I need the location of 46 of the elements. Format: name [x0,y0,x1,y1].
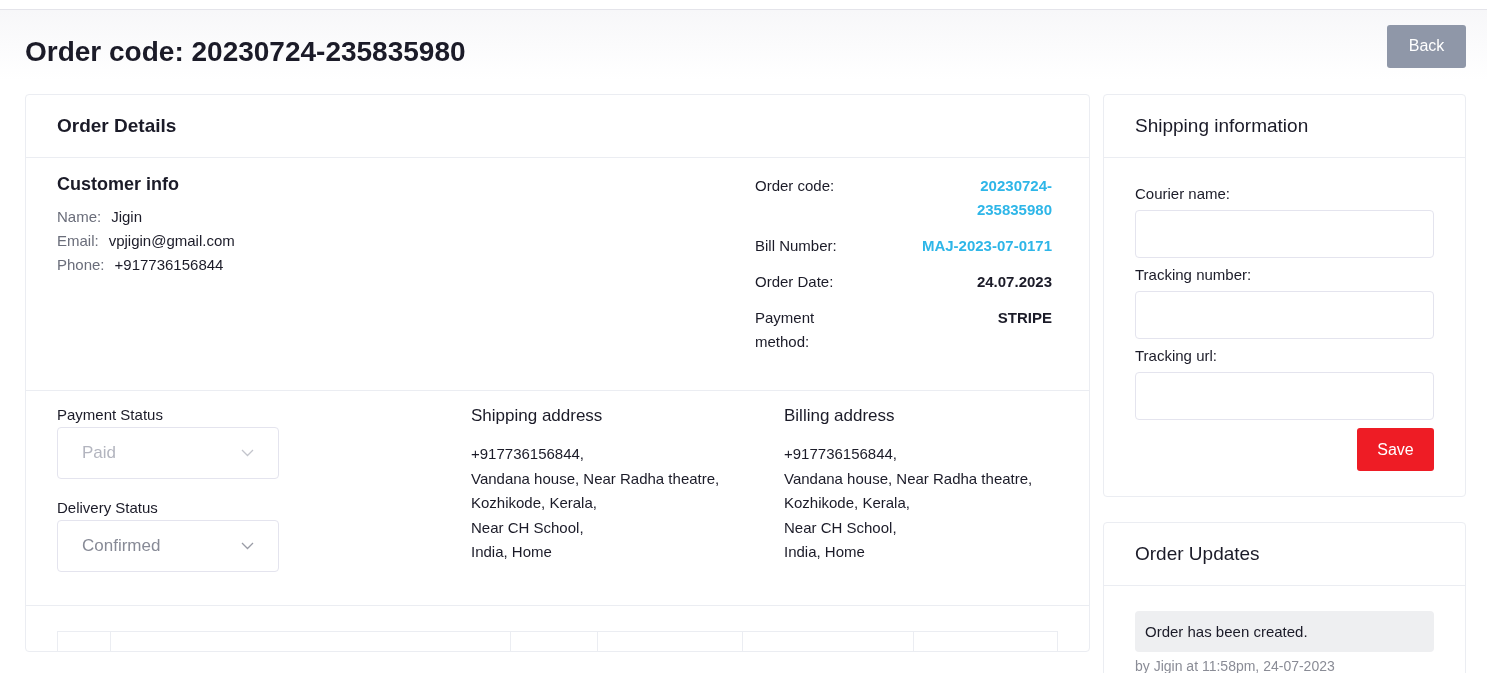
field-label: Order code: [755,176,836,196]
section-title: Billing address [784,406,896,426]
page-title: Order code: 20230724-235835980 [25,36,466,68]
card-title: Shipping information [1135,115,1309,137]
input-field[interactable] [1135,291,1434,339]
input-field[interactable] [1135,210,1434,258]
field-label: Delivery Status [57,499,159,516]
address-line: Vandana house, Near Radha theatre, [784,468,1034,489]
update-meta: by Jigin at 11:58pm, 24-07-2023 [1135,658,1336,673]
value-link[interactable]: 20230724-235835980 [910,174,1052,222]
address-line: India, Home [471,542,553,562]
field-label: Email: [57,231,99,251]
field-label: Tracking url: [1135,347,1218,364]
field-label: Phone: [57,255,105,275]
field-label: Order Date: [755,272,835,292]
value-link[interactable]: MAJ-2023-07-0171 [921,234,1052,258]
input-field[interactable] [1135,372,1434,420]
address-line: Kozhikode, Kerala, [784,493,911,513]
chevron-down-icon [241,542,254,550]
section-title: Customer info [57,174,180,195]
save-button[interactable]: Save [1357,428,1434,471]
chevron-down-icon [241,449,254,457]
field-label: Name: [57,207,102,227]
address-line: Near CH School, [471,517,585,538]
field-value: STRIPE [997,308,1052,328]
field-value: vpjigin@gmail.com [108,231,235,251]
address-line: +917736156844, [784,444,899,464]
field-label: Payment Status [57,406,164,423]
status-select[interactable]: Confirmed [57,520,279,572]
field-value: Jigin [111,207,143,227]
address-line: +917736156844, [471,444,586,464]
back-button[interactable]: Back [1387,24,1466,68]
update-message: Order has been created. [1135,611,1434,652]
field-label: Tracking number: [1135,266,1253,283]
section-title: Shipping address [471,406,604,426]
field-label: Payment method: [755,308,816,352]
address-line: India, Home [784,542,866,562]
field-label: Bill Number: [755,236,838,256]
address-line: Kozhikode, Kerala, [471,493,598,513]
field-value: +917736156844 [114,255,224,275]
address-line: Near CH School, [784,517,898,538]
address-line: Vandana house, Near Radha theatre, [471,468,721,489]
card-title: Order Updates [1135,543,1260,565]
field-label: Courier name: [1135,185,1232,202]
card-title: Order Details [57,115,177,137]
field-value: 24.07.2023 [976,272,1052,292]
